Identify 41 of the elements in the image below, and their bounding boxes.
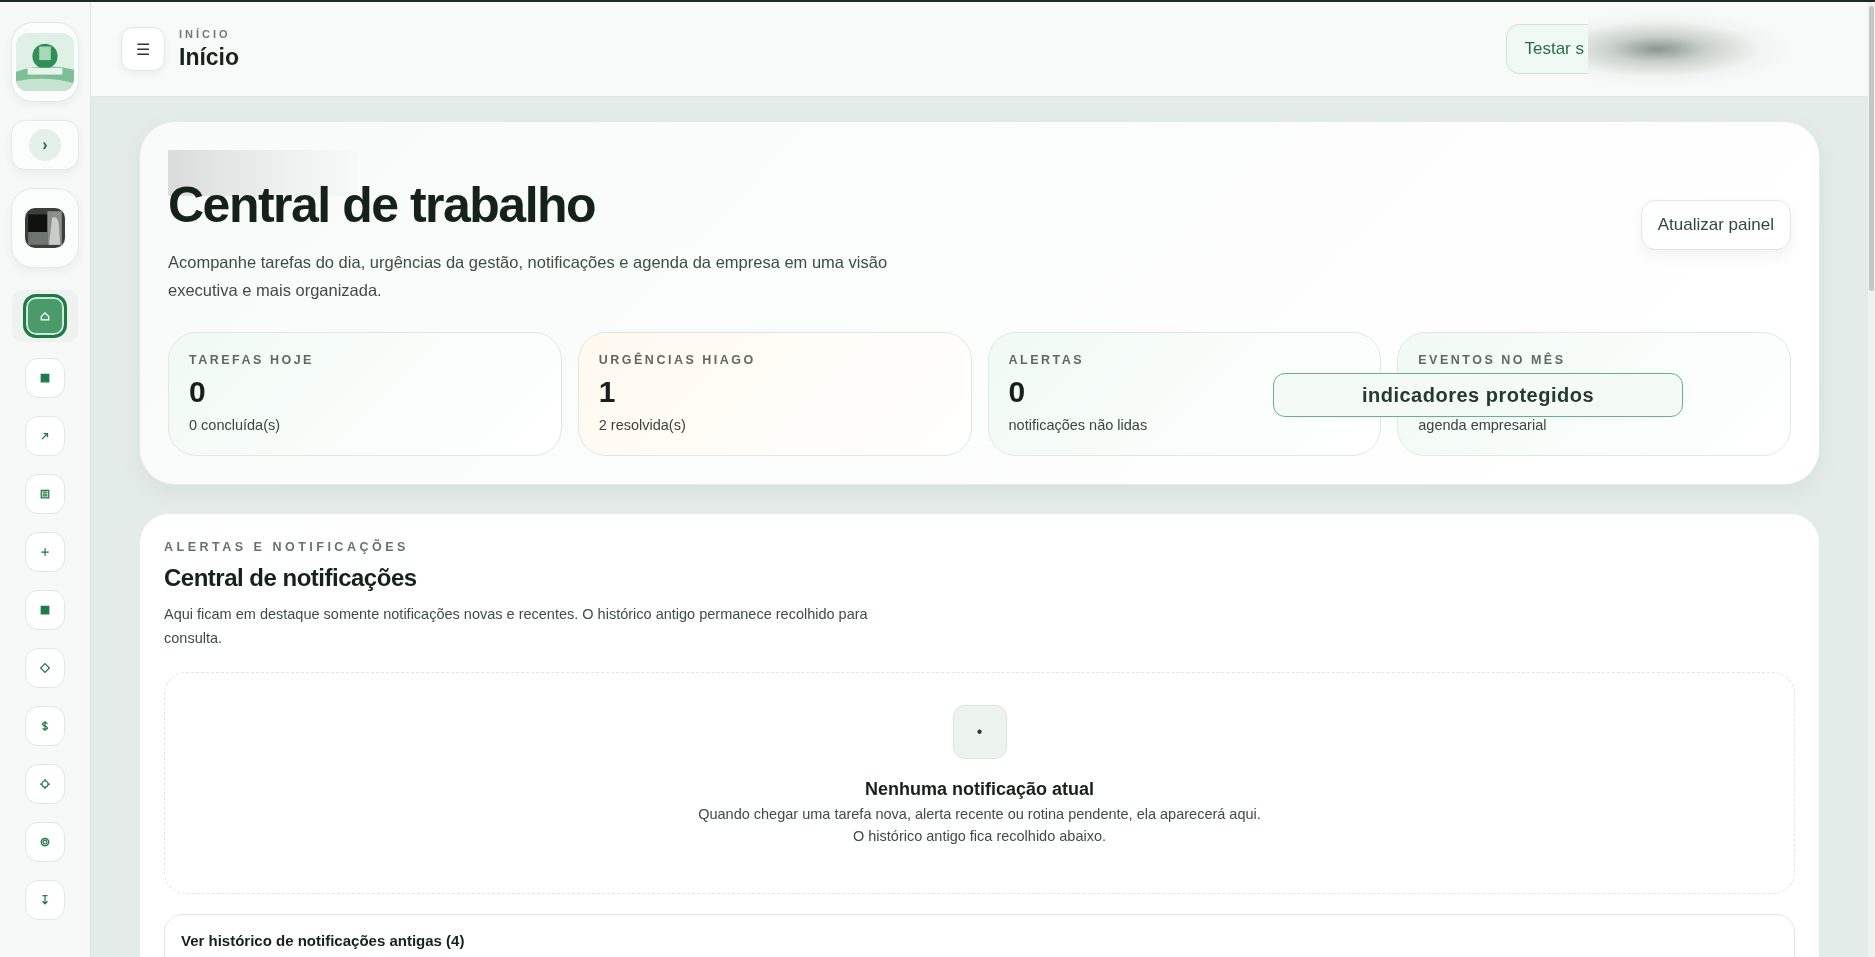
refresh-button[interactable]: Atualizar painel bbox=[1640, 200, 1791, 250]
empty-icon: • bbox=[952, 705, 1007, 759]
gear-icon bbox=[40, 779, 50, 789]
stat-label: ALERTAS bbox=[1008, 353, 1086, 367]
stat-value: 0 bbox=[1008, 375, 1027, 409]
scrollbar[interactable] bbox=[1868, 2, 1875, 957]
stat-note: notificações não lidas bbox=[1008, 417, 1149, 433]
section-description: Aqui ficam em destaque somente notificações novas e recentes. O histórico antigo permanece recolhido para consulta. bbox=[164, 605, 869, 648]
stat-value: 1 bbox=[598, 375, 617, 409]
stat-note: 2 resolvida(s) bbox=[598, 417, 687, 433]
page-title: Início bbox=[179, 43, 240, 71]
arrow-icon bbox=[40, 431, 50, 441]
hero-description: Acompanhe tarefas do dia, urgências da gestão, notificações e agenda da empresa em uma visão executiva e mais organizada. bbox=[168, 252, 889, 301]
stat-label: URGÊNCIAS HIAGO bbox=[598, 353, 757, 367]
download-icon bbox=[40, 895, 50, 905]
section-eyebrow: ALERTAS E NOTIFICAÇÕES bbox=[164, 540, 410, 554]
dollar-icon bbox=[40, 721, 50, 731]
profile-card[interactable] bbox=[11, 188, 79, 268]
empty-title: Nenhuma notificação atual bbox=[864, 779, 1094, 800]
test-button[interactable]: Testar s bbox=[1506, 24, 1588, 74]
empty-message: O histórico antigo fica recolhido abaixo. bbox=[852, 828, 1107, 844]
plus-icon bbox=[40, 547, 50, 557]
list-icon bbox=[40, 489, 50, 499]
stat-label: TAREFAS HOJE bbox=[189, 353, 315, 367]
stat-label: EVENTOS NO MÊS bbox=[1418, 353, 1567, 367]
diamond-icon bbox=[40, 663, 50, 673]
protected-overlay: indicadores protegidos bbox=[1273, 373, 1683, 417]
stat-note: agenda empresarial bbox=[1418, 417, 1548, 433]
nav-button[interactable] bbox=[23, 294, 67, 338]
page-eyebrow: INÍCIO bbox=[179, 27, 232, 40]
stat-value: 0 bbox=[189, 375, 207, 409]
menu-button[interactable]: ☰ bbox=[121, 27, 165, 71]
expand-button[interactable]: › bbox=[29, 129, 61, 161]
hero-title: Central de trabalho bbox=[168, 176, 597, 234]
home-icon bbox=[40, 311, 50, 321]
empty-message: Quando chegar uma tarefa nova, alerta recente ou rotina pendente, ela aparecerá aqui. bbox=[698, 806, 1261, 822]
target-icon bbox=[40, 837, 50, 847]
logo-card[interactable] bbox=[11, 22, 79, 102]
stat-note: 0 concluída(s) bbox=[189, 417, 282, 433]
section-title: Central de notificações bbox=[164, 564, 418, 592]
history-toggle[interactable]: Ver histórico de notificações antigas (4) bbox=[164, 914, 1795, 957]
